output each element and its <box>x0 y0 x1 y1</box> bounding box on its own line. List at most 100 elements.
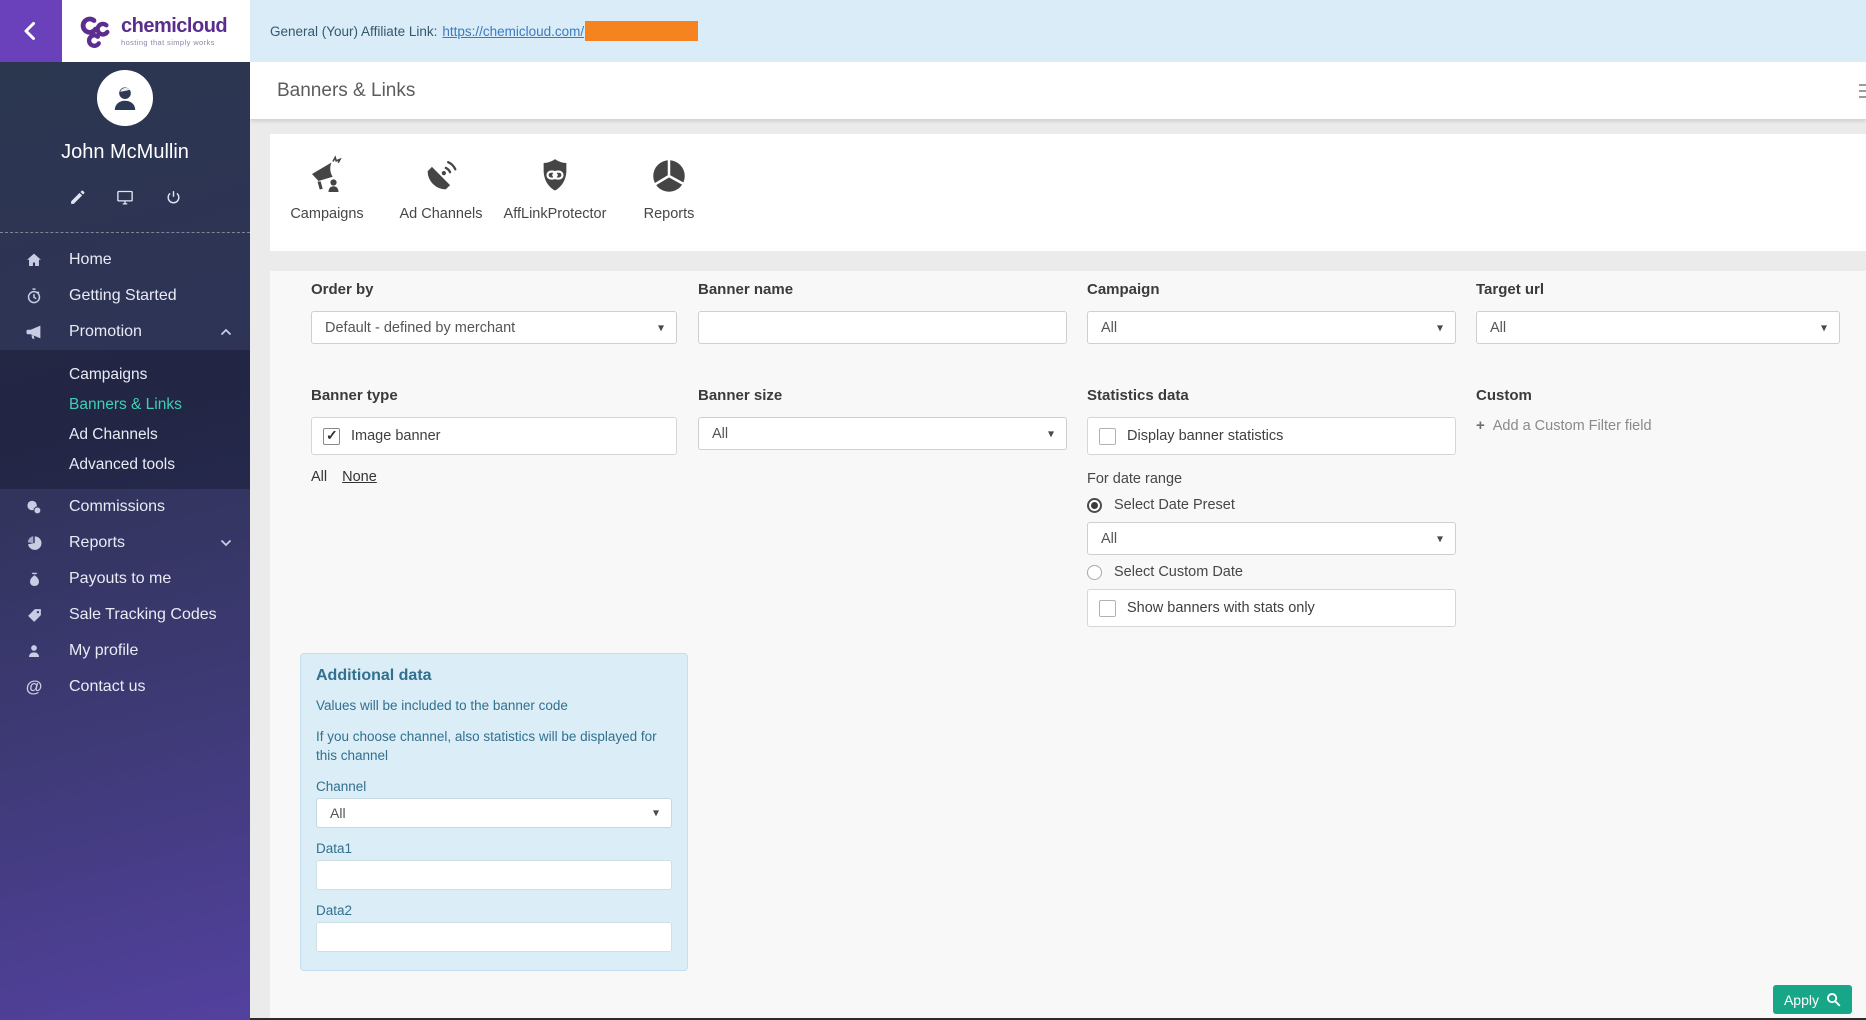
satellite-dish-icon <box>420 145 462 197</box>
banner-name-input[interactable] <box>698 311 1067 344</box>
back-button[interactable] <box>0 0 62 62</box>
sidebar-item-my-profile[interactable]: My profile <box>0 633 250 669</box>
plus-icon: + <box>1476 417 1485 434</box>
radio-unselected-icon <box>1087 565 1102 580</box>
filter-banner-size: Banner size All <box>698 387 1067 450</box>
profile-block: John McMullin <box>0 62 250 206</box>
banner-size-label: Banner size <box>698 387 1067 404</box>
shield-link-icon <box>535 145 575 197</box>
additional-data-line1: Values will be included to the banner co… <box>316 696 672 716</box>
logo-wordmark: chemicloud <box>121 16 227 36</box>
order-by-label: Order by <box>311 281 677 298</box>
home-icon <box>24 250 44 270</box>
display-banner-statistics-checkbox[interactable]: Display banner statistics <box>1087 417 1456 455</box>
chevron-up-icon <box>220 328 232 336</box>
affiliate-link-label: General (Your) Affiliate Link: <box>270 24 437 39</box>
apply-button[interactable]: Apply <box>1773 985 1852 1014</box>
chevron-down-icon <box>220 539 232 547</box>
megaphone-icon <box>24 322 44 342</box>
tracking-tag-icon <box>24 605 44 625</box>
submenu-item-campaigns[interactable]: Campaigns <box>0 360 250 390</box>
filter-statistics-data: Statistics data Display banner statistic… <box>1087 387 1456 627</box>
select-custom-date-radio[interactable]: Select Custom Date <box>1087 564 1456 580</box>
campaigns-megaphone-icon <box>305 145 349 197</box>
user-name: John McMullin <box>0 141 250 164</box>
radio-selected-icon <box>1087 498 1102 513</box>
checkbox-checked-icon <box>323 428 340 445</box>
tab-reports[interactable]: Reports <box>612 145 726 251</box>
chemicloud-logo[interactable]: chemicloud hosting that simply works <box>62 0 250 62</box>
filter-order-by: Order by Default - defined by merchant <box>311 281 677 344</box>
campaign-select[interactable]: All <box>1087 311 1456 344</box>
header-overflow-icon[interactable] <box>1859 84 1866 98</box>
sidebar-nav: Home Getting Started Promotion Campaigns… <box>0 242 250 705</box>
date-preset-select[interactable]: All <box>1087 522 1456 555</box>
at-sign-icon: @ <box>24 677 44 697</box>
page-title: Banners & Links <box>277 80 415 102</box>
sidebar-item-getting-started[interactable]: Getting Started <box>0 278 250 314</box>
submenu-item-ad-channels[interactable]: Ad Channels <box>0 420 250 450</box>
banner-size-select[interactable]: All <box>698 417 1067 450</box>
sidebar: John McMullin Home Getting Started <box>0 62 250 1020</box>
banner-type-label: Banner type <box>311 387 677 404</box>
order-by-select[interactable]: Default - defined by merchant <box>311 311 677 344</box>
person-icon <box>24 641 44 661</box>
logo-text-block: chemicloud hosting that simply works <box>121 16 227 47</box>
filter-panel: Order by Default - defined by merchant B… <box>270 271 1866 1020</box>
sidebar-item-promotion[interactable]: Promotion <box>0 314 250 350</box>
banner-type-quick-links: All None <box>311 469 677 485</box>
tab-ad-channels[interactable]: Ad Channels <box>384 145 498 251</box>
chevron-left-icon <box>19 19 43 43</box>
sidebar-item-commissions[interactable]: Commissions <box>0 489 250 525</box>
channel-select[interactable]: All <box>316 798 672 828</box>
custom-label: Custom <box>1476 387 1840 404</box>
logo-tagline: hosting that simply works <box>121 38 227 47</box>
power-icon[interactable] <box>164 188 182 206</box>
select-all-link[interactable]: All <box>311 469 327 485</box>
promotion-submenu: Campaigns Banners & Links Ad Channels Ad… <box>0 350 250 489</box>
display-icon[interactable] <box>116 188 134 206</box>
tabs-card: Campaigns Ad Channels AffLinkProtector <box>270 134 1866 251</box>
additional-data-panel: Additional data Values will be included … <box>300 653 688 971</box>
tab-campaigns[interactable]: Campaigns <box>270 145 384 251</box>
for-date-range-label: For date range <box>1087 471 1456 487</box>
checkbox-unchecked-icon <box>1099 428 1116 445</box>
sidebar-item-sale-tracking-codes[interactable]: Sale Tracking Codes <box>0 597 250 633</box>
tab-afflinkprotector[interactable]: AffLinkProtector <box>498 145 612 251</box>
avatar[interactable] <box>97 70 153 126</box>
sidebar-item-home[interactable]: Home <box>0 242 250 278</box>
image-banner-checkbox[interactable]: Image banner <box>311 417 677 455</box>
profile-actions <box>0 188 250 206</box>
money-bag-icon <box>24 569 44 589</box>
sidebar-divider <box>0 232 250 233</box>
reports-pie-icon <box>648 145 690 197</box>
data2-input[interactable] <box>316 922 672 952</box>
checkbox-unchecked-icon <box>1099 600 1116 617</box>
filter-target-url: Target url All <box>1476 281 1840 344</box>
affiliate-link[interactable]: https://chemicloud.com/ <box>442 24 584 39</box>
search-icon <box>1826 992 1841 1007</box>
filter-custom: Custom + Add a Custom Filter field <box>1476 387 1840 434</box>
show-banners-with-stats-only-checkbox[interactable]: Show banners with stats only <box>1087 589 1456 627</box>
add-custom-filter-link[interactable]: + Add a Custom Filter field <box>1476 417 1840 434</box>
user-avatar-icon <box>108 81 142 115</box>
redacted-link-block <box>585 21 698 41</box>
sidebar-item-reports[interactable]: Reports <box>0 525 250 561</box>
pie-chart-icon <box>24 533 44 553</box>
select-none-link[interactable]: None <box>342 469 377 485</box>
additional-data-line2: If you choose channel, also statistics w… <box>316 727 672 766</box>
sidebar-item-payouts[interactable]: Payouts to me <box>0 561 250 597</box>
select-date-preset-radio[interactable]: Select Date Preset <box>1087 497 1456 513</box>
chemicloud-logo-icon <box>75 12 113 50</box>
submenu-item-advanced-tools[interactable]: Advanced tools <box>0 450 250 480</box>
target-url-select[interactable]: All <box>1476 311 1840 344</box>
edit-profile-icon[interactable] <box>68 188 86 206</box>
data1-label: Data1 <box>316 841 672 856</box>
submenu-item-banners-links[interactable]: Banners & Links <box>0 390 250 420</box>
data1-input[interactable] <box>316 860 672 890</box>
top-bar: chemicloud hosting that simply works Gen… <box>0 0 1866 62</box>
banner-name-label: Banner name <box>698 281 1067 298</box>
affiliate-link-bar: General (Your) Affiliate Link: https://c… <box>250 0 1866 62</box>
data2-label: Data2 <box>316 903 672 918</box>
sidebar-item-contact-us[interactable]: @ Contact us <box>0 669 250 705</box>
